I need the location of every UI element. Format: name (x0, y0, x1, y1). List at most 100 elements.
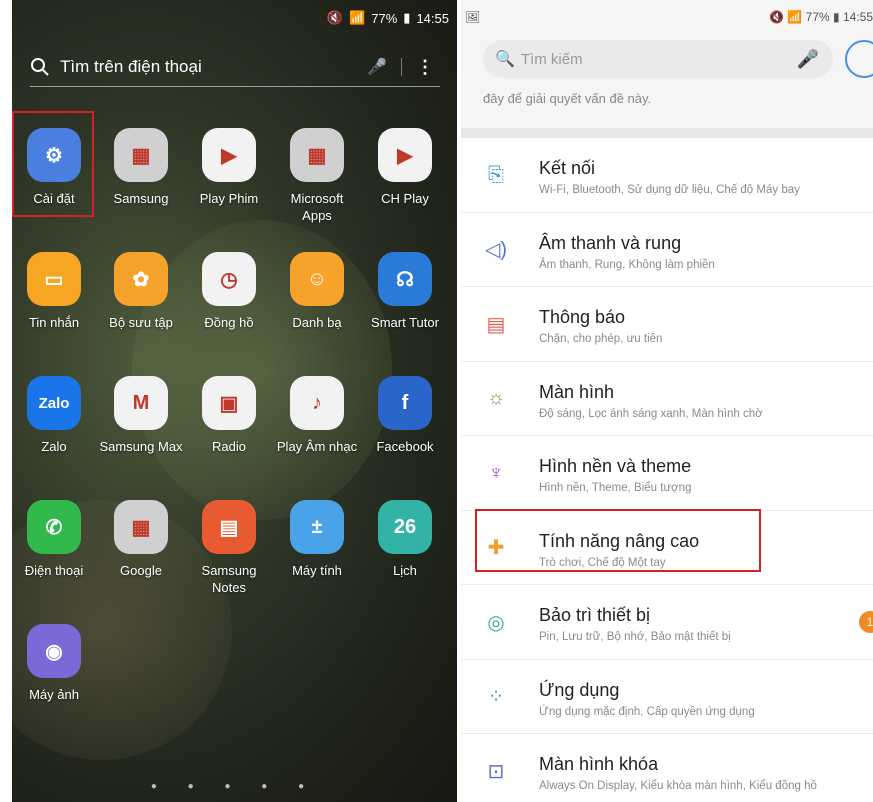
settings-item-theme[interactable]: ♆ Hình nền và theme Hình nền, Theme, Biểu … (461, 436, 873, 511)
app-label: Điện thoại (24, 563, 84, 578)
more-options-icon[interactable]: ⋮ (416, 57, 434, 78)
app-play-phim[interactable]: ▶ Play Phim (187, 128, 271, 207)
battery-level: 77% (805, 10, 830, 24)
play-store-icon: ▶ (378, 128, 432, 182)
app-label: CH Play (381, 191, 429, 206)
app-lịch[interactable]: 26 Lịch (363, 500, 447, 579)
gallery-icon: ✿ (114, 252, 168, 306)
radio-icon: ▣ (202, 376, 256, 430)
status-bar: 🖼 🔇 📶 77% ▮ 14:55 (461, 10, 873, 30)
search-icon: 🔍 (495, 51, 515, 68)
mic-icon[interactable]: 🎤 (797, 49, 819, 70)
clock-time: 14:55 (842, 10, 873, 24)
settings-item-maintenance[interactable]: ◎ Bảo trì thiết bị Pin, Lưu trữ, Bộ nhớ, B… (461, 585, 873, 660)
app-zalo[interactable]: Zalo Zalo (12, 376, 96, 455)
settings-item-display[interactable]: ☼ Màn hình Độ sáng, Lọc ánh sáng xanh, Màn… (461, 362, 873, 436)
notification-badge: 1 (859, 611, 873, 633)
app-danh-bạ[interactable]: ☺ Danh bạ (275, 252, 359, 331)
app-samsung[interactable]: ▦ Samsung (99, 128, 183, 207)
settings-item-subtitle: Always On Display, Kiểu khóa màn hình, K… (539, 780, 817, 792)
settings-item-subtitle: Ứng dụng mặc định, Cấp quyền ứng dụng (539, 705, 755, 718)
theme-icon: ♆ (488, 461, 504, 484)
app-label: Máy tính (292, 563, 342, 578)
settings-search-bar[interactable]: 🔍 Tìm kiếm 🎤 (483, 40, 833, 78)
volume-icon: ◁) (484, 239, 508, 261)
settings-item-title: Ứng dụng (539, 679, 620, 700)
app-smart-tutor[interactable]: ☊ Smart Tutor (363, 252, 447, 331)
app-ch-play[interactable]: ▶ CH Play (363, 128, 447, 207)
settings-item-title: Kết nối (539, 158, 596, 178)
app-máy-tính[interactable]: ± Máy tính (275, 500, 359, 579)
folder-icon: ▦ (290, 128, 344, 182)
mute-icon: 🔇 (326, 10, 344, 25)
clock-time: 14:55 (416, 10, 449, 26)
app-microsoft-apps[interactable]: ▦ Microsoft Apps (275, 128, 359, 224)
app-label: Bộ sưu tập (109, 315, 173, 330)
status-bar: 🔇 📶 77% ▮ 14:55 (327, 10, 449, 26)
app-label: Samsung Max (99, 439, 183, 454)
settings-item-title: Hình nền và theme (539, 456, 692, 476)
samsung-max-icon: M (114, 376, 168, 430)
phone-icon: ✆ (27, 500, 81, 554)
account-avatar-icon[interactable] (845, 40, 873, 78)
section-divider (461, 128, 873, 138)
app-tin-nhắn[interactable]: ▭ Tin nhắn (12, 252, 96, 331)
app-label: Tin nhắn (28, 315, 80, 330)
status-right: 🔇 📶 77% ▮ 14:55 (769, 10, 873, 24)
camera-icon: ◉ (27, 624, 81, 678)
settings-list: ⎘ Kết nối Wi-Fi, Bluetooth, Sử dụng dữ liệ… (461, 138, 873, 802)
settings-item-connection[interactable]: ⎘ Kết nối Wi-Fi, Bluetooth, Sử dụng dữ liệ… (461, 138, 873, 213)
app-radio[interactable]: ▣ Radio (187, 376, 271, 455)
app-label: Play Âm nhạc (276, 439, 358, 454)
app-label: Radio (212, 439, 246, 454)
settings-item-title: Màn hình khóa (539, 754, 659, 774)
app-label: Facebook (376, 439, 434, 454)
screenshot-icon: 🖼 (465, 10, 481, 24)
mic-icon[interactable]: 🎤 (367, 57, 387, 77)
page-indicator: ● ● ● ● ● (150, 781, 319, 792)
facebook-icon: f (378, 376, 432, 430)
app-điện-thoại[interactable]: ✆ Điện thoại (12, 500, 96, 579)
play-music-icon: ♪ (290, 376, 344, 430)
partial-text: đây để giải quyết vấn đề này. (483, 91, 652, 106)
settings-screen: 🖼 🔇 📶 77% ▮ 14:55 🔍 Tìm kiếm 🎤 đây để gi… (461, 0, 873, 802)
connection-icon: ⎘ (488, 163, 504, 186)
notification-icon: ▤ (486, 313, 506, 336)
app-label: Microsoft Apps (290, 191, 344, 223)
battery-icon: ▮ (403, 10, 411, 25)
search-placeholder: Tìm kiếm (520, 50, 583, 68)
app-facebook[interactable]: f Facebook (363, 376, 447, 455)
app-play-âm-nhạc[interactable]: ♪ Play Âm nhạc (275, 376, 359, 455)
app-label: Zalo (41, 439, 67, 454)
app-bộ-sưu-tập[interactable]: ✿ Bộ sưu tập (99, 252, 183, 331)
app-label: Samsung Notes (201, 563, 257, 595)
app-label: Danh bạ (292, 315, 342, 330)
calendar-icon: 26 (378, 500, 432, 554)
settings-item-subtitle: Hình nền, Theme, Biểu tượng (539, 482, 692, 494)
app-label: Samsung (113, 191, 169, 206)
settings-item-volume[interactable]: ◁) Âm thanh và rung Âm thanh, Rung, Không … (461, 213, 873, 287)
app-label: Google (120, 563, 162, 578)
home-search-bar[interactable]: Tìm trên điện thoại 🎤 ⋮ (30, 48, 440, 87)
app-label: Lịch (393, 563, 417, 578)
app-label: Play Phim (199, 191, 259, 206)
app-google[interactable]: ▦ Google (99, 500, 183, 579)
home-screen: 🔇 📶 77% ▮ 14:55 Tìm trên điện thoại 🎤 ⋮ … (12, 0, 457, 802)
app-samsung-max[interactable]: M Samsung Max (99, 376, 183, 455)
settings-item-notification[interactable]: ▤ Thông báo Chặn, cho phép, ưu tiên (461, 287, 873, 362)
settings-item-subtitle: Chặn, cho phép, ưu tiên (539, 333, 663, 345)
app-máy-ảnh[interactable]: ◉ Máy ảnh (12, 624, 96, 703)
settings-item-lock-screen[interactable]: ⊡ Màn hình khóa Always On Display, Kiểu kh… (461, 734, 873, 802)
app-samsung-notes[interactable]: ▤ Samsung Notes (187, 500, 271, 596)
search-icon (31, 58, 49, 76)
folder-icon: ▦ (114, 500, 168, 554)
maintenance-icon: ◎ (487, 611, 505, 634)
battery-level: 77% (371, 10, 398, 26)
settings-item-apps[interactable]: ⁘ Ứng dụng Ứng dụng mặc định, Cấp quyền ứn… (461, 660, 873, 734)
app-label: Smart Tutor (371, 315, 439, 330)
app-đồng-hồ[interactable]: ◷ Đồng hồ (187, 252, 271, 331)
display-icon: ☼ (486, 387, 506, 409)
settings-item-title: Thông báo (539, 307, 626, 327)
contacts-icon: ☺ (290, 252, 344, 306)
calculator-icon: ± (290, 500, 344, 554)
